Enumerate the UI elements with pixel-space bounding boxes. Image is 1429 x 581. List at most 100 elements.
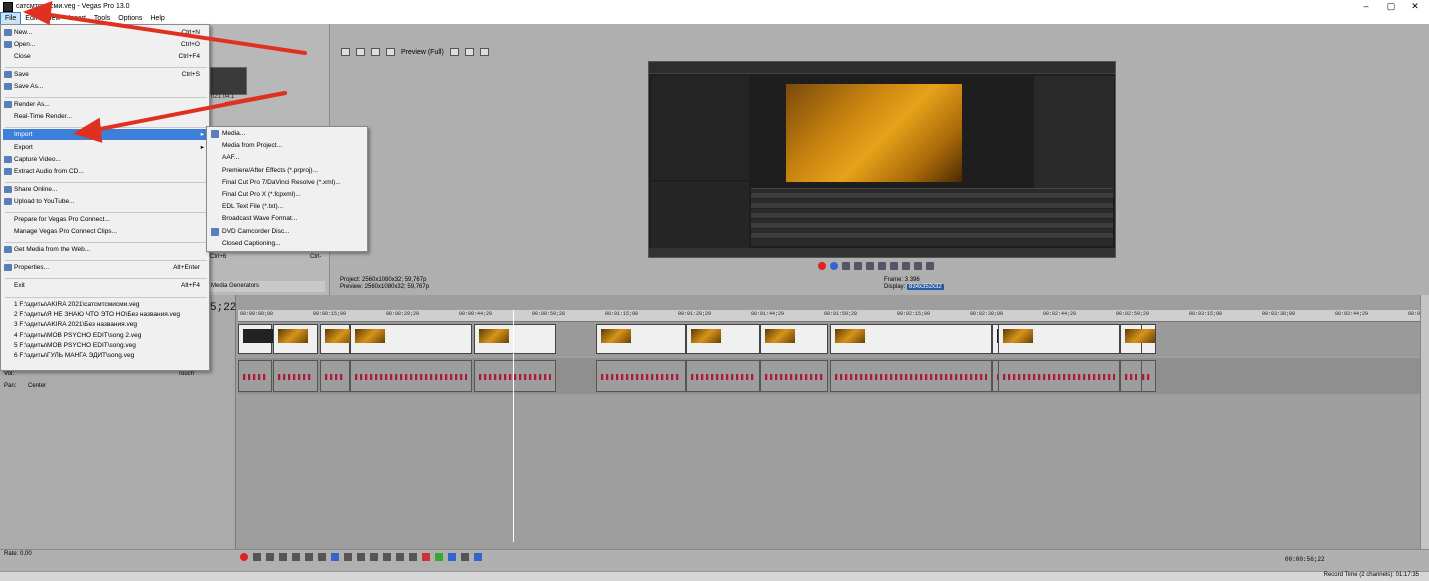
pause-icon[interactable]	[279, 553, 287, 561]
audio-clip[interactable]	[686, 360, 760, 392]
stop-button[interactable]	[878, 262, 886, 270]
media-thumbnail[interactable]	[210, 67, 247, 95]
region-icon[interactable]	[435, 553, 443, 561]
audio-clip[interactable]	[760, 360, 828, 392]
file-menu-item-capture-video[interactable]: Capture Video...	[3, 154, 208, 165]
pause-button[interactable]	[866, 262, 874, 270]
import-item-edl-text-file-txt[interactable]: EDL Text File (*.txt)...	[209, 201, 366, 213]
playback-rate[interactable]: Rate: 0,00	[4, 551, 32, 557]
record-button[interactable]	[818, 262, 826, 270]
video-clip[interactable]	[830, 324, 992, 354]
video-clip[interactable]	[320, 324, 355, 354]
edit-tool-icon[interactable]	[331, 553, 339, 561]
file-menu-item-close[interactable]: Close Ctrl+F4	[3, 51, 208, 62]
maximize-button[interactable]: ▢	[1381, 0, 1401, 13]
import-item-final-cut-pro-x-fcpxml[interactable]: Final Cut Pro X (*.fcpxml)...	[209, 189, 366, 201]
audio-track[interactable]	[238, 358, 1420, 394]
audio-clip[interactable]	[474, 360, 556, 392]
file-menu-item-new[interactable]: New... Ctrl+N	[3, 27, 208, 38]
audio-clip[interactable]	[320, 360, 350, 392]
play-from-start-button[interactable]	[842, 262, 850, 270]
external-monitor-icon[interactable]	[356, 48, 365, 56]
video-clip[interactable]	[686, 324, 760, 354]
file-menu-item-export[interactable]: Export ▸	[3, 142, 208, 153]
preview-quality-icon[interactable]	[386, 48, 395, 56]
file-menu-item-prepare-for-vegas-pro-connect[interactable]: Prepare for Vegas Pro Connect...	[3, 214, 208, 225]
audio-clip[interactable]	[830, 360, 992, 392]
audio-clip[interactable]	[350, 360, 472, 392]
minimize-button[interactable]: –	[1356, 0, 1376, 13]
envelope-tool-icon[interactable]	[344, 553, 352, 561]
menu-help[interactable]: Help	[146, 13, 168, 24]
video-clip[interactable]	[596, 324, 686, 354]
end-icon[interactable]	[318, 553, 326, 561]
menu-insert[interactable]: Insert	[64, 13, 90, 24]
import-item-media[interactable]: Media...	[209, 128, 366, 140]
preview-quality-label[interactable]: Preview (Full)	[401, 49, 444, 56]
video-clip[interactable]	[238, 324, 273, 354]
file-menu-item-save-as[interactable]: Save As...	[3, 81, 208, 92]
import-item-premiere-after-effects-prproj[interactable]: Premiere/After Effects (*.prproj)...	[209, 165, 366, 177]
video-clip[interactable]	[474, 324, 556, 354]
import-item-media-from-project[interactable]: Media from Project...	[209, 140, 366, 152]
next-frame-button[interactable]	[926, 262, 934, 270]
loop-button[interactable]	[830, 262, 838, 270]
file-menu-item-real-time-render[interactable]: Real-Time Render...	[3, 111, 208, 122]
auto-ripple-icon[interactable]	[461, 553, 469, 561]
audio-clip[interactable]	[596, 360, 686, 392]
video-clip[interactable]	[1120, 324, 1155, 354]
video-clip[interactable]	[760, 324, 828, 354]
video-clip[interactable]	[350, 324, 472, 354]
timeline-vertical-scrollbar[interactable]	[1420, 295, 1429, 551]
snapping-icon[interactable]	[448, 553, 456, 561]
loop-icon[interactable]	[253, 553, 261, 561]
delete-icon[interactable]	[370, 553, 378, 561]
import-item-aaf[interactable]: AAF...	[209, 152, 366, 164]
split-icon[interactable]	[396, 553, 404, 561]
play-button[interactable]	[854, 262, 862, 270]
file-menu-item-render-as[interactable]: Render As...	[3, 99, 208, 110]
menu-tools[interactable]: Tools	[90, 13, 114, 24]
playhead-cursor[interactable]	[513, 310, 514, 542]
video-clip[interactable]	[273, 324, 318, 354]
save-snapshot-icon[interactable]	[479, 48, 489, 56]
file-menu-item-upload-to-youtube[interactable]: Upload to YouTube...	[3, 196, 208, 207]
overlays-icon[interactable]	[449, 48, 459, 56]
menu-edit[interactable]: Edit	[21, 13, 41, 24]
tab-media-generators[interactable]: Media Generators	[205, 281, 325, 292]
file-menu-item-open[interactable]: Open... Ctrl+O	[3, 39, 208, 50]
file-menu-item-get-media-from-the-web[interactable]: Get Media from the Web...	[3, 244, 208, 255]
trim-icon[interactable]	[383, 553, 391, 561]
file-menu-item-share-online[interactable]: Share Online...	[3, 184, 208, 195]
audio-clip[interactable]	[1120, 360, 1142, 392]
marker-icon[interactable]	[422, 553, 430, 561]
video-clip[interactable]	[998, 324, 1120, 354]
copy-snapshot-icon[interactable]	[464, 48, 474, 56]
video-track[interactable]	[238, 322, 1420, 356]
audio-clip[interactable]	[998, 360, 1120, 392]
file-menu-item-import[interactable]: Import ▸	[3, 129, 208, 140]
file-menu-item-extract-audio-from-cd[interactable]: Extract Audio from CD...	[3, 166, 208, 177]
file-menu-item-save[interactable]: Save Ctrl+S	[3, 69, 208, 80]
audio-clip[interactable]	[273, 360, 318, 392]
play-icon[interactable]	[266, 553, 274, 561]
stop-icon[interactable]	[292, 553, 300, 561]
recent-file-item[interactable]: 6 F:\эдиты\ГУЛЬ МАНГА ЭДИТ\song.veg	[3, 350, 208, 361]
file-menu-item-properties[interactable]: Properties... Alt+Enter	[3, 262, 208, 273]
prev-frame-button[interactable]	[914, 262, 922, 270]
start-icon[interactable]	[305, 553, 313, 561]
timeline-ruler[interactable]: 00:00:00;00 00:00:15;00 00:00:29;29 00:00:4…	[238, 310, 1420, 322]
record-icon[interactable]	[240, 553, 248, 561]
file-menu-item-manage-vegas-pro-connect-clips[interactable]: Manage Vegas Pro Connect Clips...	[3, 226, 208, 237]
menu-options[interactable]: Options	[114, 13, 146, 24]
split-screen-icon[interactable]	[371, 48, 380, 56]
import-item-broadcast-wave-format[interactable]: Broadcast Wave Format...	[209, 213, 366, 225]
selection-tool-icon[interactable]	[357, 553, 365, 561]
import-item-closed-captioning[interactable]: Closed Captioning...	[209, 238, 366, 250]
go-to-start-button[interactable]	[890, 262, 898, 270]
automation-mode[interactable]: Touch	[178, 371, 194, 377]
close-button[interactable]: ✕	[1405, 0, 1425, 13]
import-item-final-cut-pro-7-davinci-resolve-xml[interactable]: Final Cut Pro 7/DaVinci Resolve (*.xml).…	[209, 177, 366, 189]
audio-clip[interactable]	[238, 360, 272, 392]
preview-properties-icon[interactable]	[341, 48, 350, 56]
